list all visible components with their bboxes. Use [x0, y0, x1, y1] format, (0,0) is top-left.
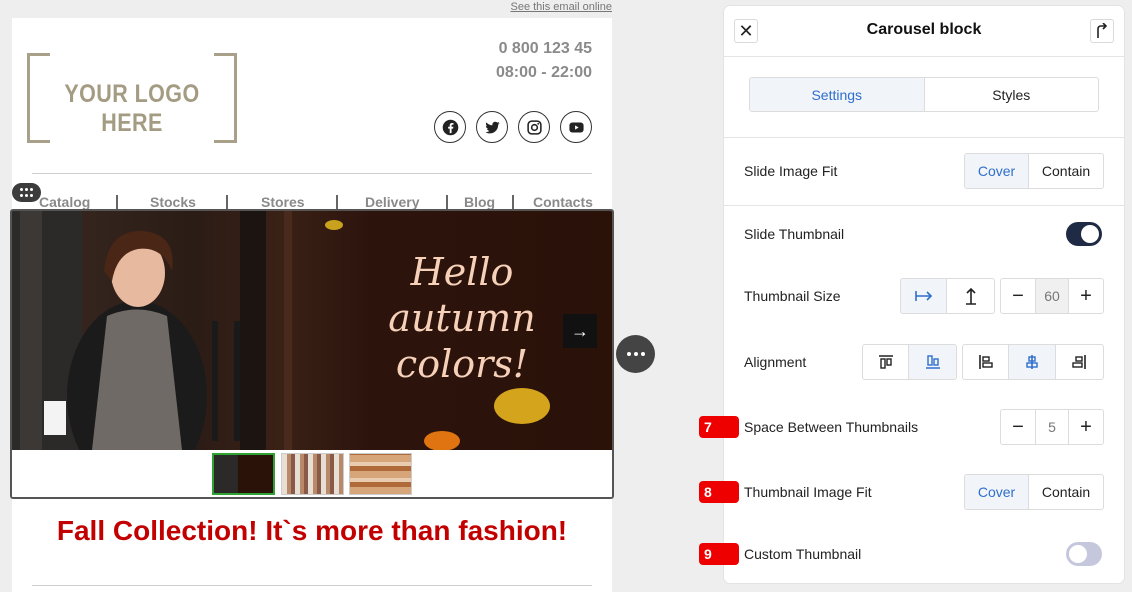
space-between-increase[interactable]: +	[1069, 410, 1103, 444]
see-email-online-link[interactable]: See this email online	[480, 1, 612, 13]
divider	[32, 585, 592, 586]
thumbnail-fit-cover-option[interactable]: Cover	[965, 475, 1030, 509]
align-right-icon[interactable]	[1056, 345, 1103, 379]
slide-image-fit-control: Cover Contain	[964, 153, 1104, 189]
youtube-icon[interactable]	[560, 111, 592, 143]
step-badge-9: 9	[699, 543, 739, 565]
step-badge-7: 7	[699, 416, 739, 438]
thumbnail-size-stepper: − 60 +	[1000, 278, 1104, 314]
twitter-icon[interactable]	[476, 111, 508, 143]
vertical-alignment-control	[862, 344, 957, 380]
custom-thumbnail-toggle[interactable]	[1066, 542, 1102, 566]
block-drag-handle[interactable]	[12, 183, 41, 202]
carousel-block[interactable]: Hello autumn colors! →	[10, 209, 614, 499]
align-top-icon[interactable]	[863, 345, 910, 379]
space-between-thumbnails-label: Space Between Thumbnails	[744, 419, 919, 435]
thumbnail-2[interactable]	[281, 453, 344, 495]
facebook-icon[interactable]	[434, 111, 466, 143]
logo-placeholder[interactable]: YOUR LOGO HERE	[27, 53, 237, 143]
thumbnail-size-value[interactable]: 60	[1034, 279, 1070, 313]
tab-settings[interactable]: Settings	[750, 78, 925, 111]
thumbnail-image-fit-label: Thumbnail Image Fit	[744, 484, 872, 500]
nav-stocks[interactable]: Stocks	[150, 194, 196, 210]
divider	[32, 173, 592, 174]
working-hours: 08:00 - 22:00	[495, 64, 592, 81]
logo-text: YOUR LOGO HERE	[64, 80, 200, 137]
space-between-value[interactable]: 5	[1034, 410, 1070, 444]
align-bottom-icon[interactable]	[909, 345, 956, 379]
email-headline[interactable]: Fall Collection! It`s more than fashion!	[12, 515, 612, 547]
thumbnail-1[interactable]	[212, 453, 275, 495]
phone-number: 0 800 123 45	[498, 40, 592, 57]
align-center-icon[interactable]	[1009, 345, 1056, 379]
thumbnail-strip	[12, 450, 612, 497]
carousel-settings-panel: ✕ Carousel block Settings Styles Slide I…	[724, 6, 1124, 583]
panel-tabs: Settings Styles	[749, 77, 1099, 112]
slide-headline: Hello autumn colors!	[388, 250, 536, 386]
slide-fit-contain-option[interactable]: Contain	[1029, 154, 1103, 188]
carousel-slide-image: Hello autumn colors! →	[12, 211, 612, 450]
export-icon[interactable]	[1090, 19, 1114, 43]
carousel-next-arrow-icon[interactable]: →	[563, 314, 597, 348]
nav-blog[interactable]: Blog	[464, 194, 495, 210]
nav-stores[interactable]: Stores	[261, 194, 305, 210]
panel-title: Carousel block	[866, 21, 982, 38]
custom-thumbnail-label: Custom Thumbnail	[744, 546, 862, 562]
slide-image-fit-label: Slide Image Fit	[744, 163, 838, 179]
tab-styles[interactable]: Styles	[925, 78, 1099, 111]
nav-contacts[interactable]: Contacts	[533, 194, 593, 210]
space-between-decrease[interactable]: −	[1001, 410, 1035, 444]
horizontal-alignment-control	[962, 344, 1104, 380]
thumbnail-size-label: Thumbnail Size	[744, 288, 841, 304]
align-left-icon[interactable]	[963, 345, 1010, 379]
height-icon[interactable]	[947, 279, 994, 313]
alignment-label: Alignment	[744, 354, 807, 370]
block-more-options-button[interactable]	[616, 335, 655, 373]
width-icon[interactable]	[901, 279, 948, 313]
thumbnail-size-increase[interactable]: +	[1069, 279, 1103, 313]
space-between-stepper: − 5 +	[1000, 409, 1104, 445]
thumbnail-size-decrease[interactable]: −	[1001, 279, 1035, 313]
nav-catalog[interactable]: Catalog	[39, 194, 90, 210]
slide-thumbnail-label: Slide Thumbnail	[744, 226, 845, 242]
slide-fit-cover-option[interactable]: Cover	[965, 154, 1030, 188]
nav-delivery[interactable]: Delivery	[365, 194, 419, 210]
step-badge-8: 8	[699, 481, 739, 503]
slide-thumbnail-toggle[interactable]	[1066, 222, 1102, 246]
thumbnail-fit-contain-option[interactable]: Contain	[1029, 475, 1103, 509]
thumbnail-3[interactable]	[349, 453, 412, 495]
thumbnail-image-fit-control: Cover Contain	[964, 474, 1104, 510]
instagram-icon[interactable]	[518, 111, 550, 143]
thumbnail-size-mode	[900, 278, 995, 314]
